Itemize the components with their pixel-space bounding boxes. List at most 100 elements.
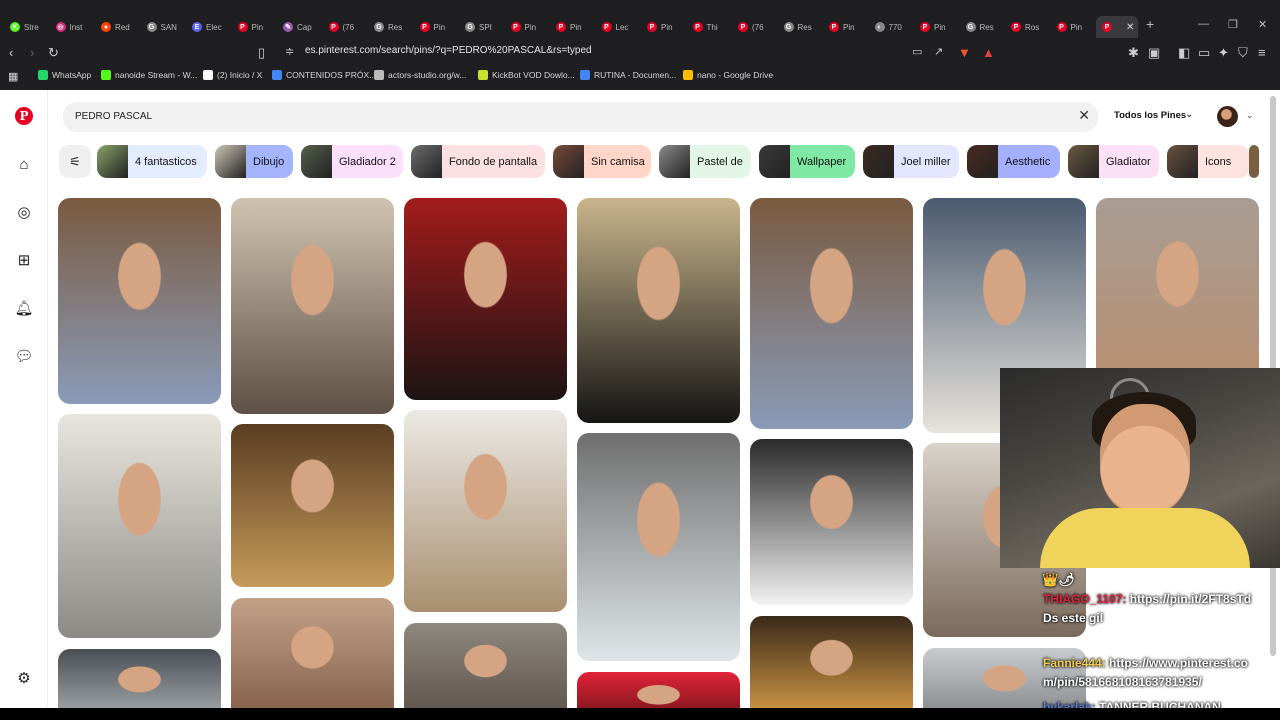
pin-mirror-white-tee[interactable] <box>58 414 221 638</box>
browser-tab[interactable]: E Elec <box>192 16 228 38</box>
pin-warm-bottom-2[interactable] <box>231 598 394 720</box>
pin-smiling-blue-tee[interactable] <box>58 198 221 404</box>
search-input[interactable]: PEDRO PASCAL <box>75 111 152 122</box>
settings-icon[interactable]: ⚙ <box>14 668 34 688</box>
search-suggestion-chip[interactable]: Icons <box>1167 145 1249 178</box>
browser-tab[interactable]: P Ros <box>1011 16 1047 38</box>
bookmark-item[interactable]: nanoide Stream - W... <box>101 70 197 80</box>
messages-icon[interactable]: 💬︎ <box>14 346 34 366</box>
avatar[interactable] <box>1217 106 1238 127</box>
pinterest-logo-icon[interactable]: P <box>15 107 33 125</box>
browser-tab[interactable]: ◎ Inst <box>55 16 92 38</box>
search-suggestion-chip[interactable]: Aesthetic <box>967 145 1060 178</box>
bookmark-item[interactable]: KickBot VOD Dowlo... <box>478 70 575 80</box>
pin-red-carpet-black-suit[interactable] <box>404 198 567 400</box>
back-icon[interactable]: ‹ <box>9 45 13 60</box>
minimize-icon[interactable]: — <box>1198 18 1209 30</box>
bookmark-item[interactable]: actors-studio.org/w... <box>374 70 466 80</box>
new-tab-button[interactable]: + <box>1146 16 1154 32</box>
brave-rewards-icon[interactable]: ▲ <box>982 45 995 60</box>
browser-tab[interactable]: P Pin <box>920 16 956 38</box>
pin-filter-dropdown[interactable]: Todos los Pines <box>1114 110 1186 121</box>
browser-tab[interactable]: P (76 <box>328 16 365 38</box>
browser-tab[interactable]: G Res <box>965 16 1002 38</box>
search-suggestion-chip[interactable]: Gladiator <box>1068 145 1159 178</box>
search-suggestion-chip[interactable]: Dibujo <box>215 145 293 178</box>
browser-tab[interactable]: P Pin <box>510 16 547 38</box>
tab-label: Pin <box>570 22 582 32</box>
bookmark-label: nano - Google Drive <box>697 70 774 80</box>
bookmark-icon[interactable]: ▯ <box>258 45 265 61</box>
browser-tab[interactable]: K Stre <box>10 16 46 38</box>
browser-tab[interactable]: ● Red <box>101 16 137 38</box>
explore-icon[interactable]: ◎ <box>14 202 34 222</box>
pin-bokeh-bottom-5[interactable] <box>750 616 913 720</box>
pin-tuxedo-portrait[interactable] <box>577 198 740 423</box>
bookmark-item[interactable]: RUTINA - Documen... <box>580 70 676 80</box>
notifications-icon[interactable]: 🔔︎ <box>14 298 34 318</box>
bookmark-item[interactable]: CONTENIDOS PRÓX... <box>272 70 376 80</box>
browser-tab[interactable]: P Pin <box>1056 16 1093 38</box>
tab-search-icon[interactable]: ▣ <box>1148 45 1160 61</box>
browser-tab[interactable]: P Pin <box>647 16 683 38</box>
bookmark-item[interactable]: WhatsApp <box>38 70 91 80</box>
site-settings-icon[interactable]: ≑ <box>285 45 294 58</box>
account-chevron-icon[interactable]: ⌄ <box>1246 110 1254 121</box>
close-window-icon[interactable]: ✕ <box>1258 18 1267 31</box>
search-suggestion-chip[interactable]: Wallpaper <box>759 145 855 178</box>
browser-tab[interactable]: P Pin <box>556 16 592 38</box>
pin-glasses-pose[interactable] <box>404 410 567 612</box>
bookmark-item[interactable]: nano - Google Drive <box>683 70 773 80</box>
chip-overflow-edge[interactable] <box>1249 145 1259 178</box>
browser-tab[interactable]: P ✕ <box>1096 16 1138 38</box>
browser-tab[interactable]: ✎ Cap <box>283 16 319 38</box>
clear-search-icon[interactable]: ✕ <box>1078 107 1090 124</box>
vpn-icon[interactable]: ⛉ <box>1238 45 1248 61</box>
url-bar[interactable]: es.pinterest.com/search/pins/?q=PEDRO%20… <box>305 45 592 56</box>
bookmark-item[interactable]: (2) Inicio / X <box>203 70 262 80</box>
restore-icon[interactable]: ❐ <box>1228 18 1238 31</box>
leo-ai-icon[interactable]: ✦ <box>1218 45 1229 61</box>
pin-smiling-blue-tee-2[interactable] <box>750 198 913 429</box>
pin-materialists-girl[interactable] <box>577 433 740 661</box>
extensions-icon[interactable]: ✱ <box>1128 45 1139 61</box>
browser-tab[interactable]: G Res <box>374 16 410 38</box>
browser-tab[interactable]: P Thi <box>692 16 729 38</box>
search-suggestion-chip[interactable]: 4 fantasticos <box>97 145 207 178</box>
browser-tab[interactable]: P Pin <box>419 16 456 38</box>
browser-tab[interactable]: P Pin <box>829 16 865 38</box>
browser-tab[interactable]: ◐ 770 <box>874 16 911 38</box>
create-icon[interactable]: ⊞ <box>14 250 34 270</box>
pin-tongue-out[interactable] <box>750 439 913 605</box>
related-searches: 4 fantasticos Dibujo Gladiador 2 Fondo de p… <box>59 145 1259 179</box>
tab-label: Pin <box>433 22 446 32</box>
sidebar-toggle-icon[interactable]: ◧ <box>1178 45 1190 61</box>
browser-tab[interactable]: P (76 <box>738 16 774 38</box>
search-suggestion-chip[interactable]: Sin camisa <box>553 145 651 178</box>
tab-label: Lec <box>615 22 629 32</box>
browser-tab[interactable]: G Res <box>783 16 820 38</box>
browser-tab[interactable]: P Lec <box>601 16 638 38</box>
search-suggestion-chip[interactable]: Gladiador 2 <box>301 145 403 178</box>
browser-tab[interactable]: G SAN <box>146 16 183 38</box>
apps-icon[interactable]: ▦ <box>8 70 18 83</box>
forward-icon[interactable]: › <box>30 45 34 60</box>
pin-vintage-suit[interactable] <box>231 424 394 587</box>
menu-icon[interactable]: ≡ <box>1258 45 1266 60</box>
search-suggestion-chip[interactable]: Fondo de pantalla <box>411 145 545 178</box>
pin-sepia-portrait[interactable] <box>231 198 394 414</box>
search-suggestion-chip[interactable]: Pastel de <box>659 145 751 178</box>
share-icon[interactable]: ↗ <box>934 45 943 58</box>
brave-shield-icon[interactable]: ▼ <box>958 45 971 60</box>
chevron-down-icon[interactable]: ⌄ <box>1185 109 1193 120</box>
search-bar[interactable]: PEDRO PASCAL ✕ <box>63 102 1098 132</box>
wallet-icon[interactable]: ▭ <box>1198 45 1210 61</box>
reload-icon[interactable]: ↻ <box>48 45 59 61</box>
cast-icon[interactable]: ▭ <box>912 45 922 58</box>
browser-tab[interactable]: P Pin <box>237 16 274 38</box>
search-suggestion-chip[interactable]: Joel miller <box>863 145 959 178</box>
browser-tab[interactable]: G SPI <box>465 16 501 38</box>
close-tab-icon[interactable]: ✕ <box>1126 22 1134 33</box>
home-icon[interactable]: ⌂ <box>14 154 34 174</box>
pin-sepia-bottom-3[interactable] <box>404 623 567 720</box>
